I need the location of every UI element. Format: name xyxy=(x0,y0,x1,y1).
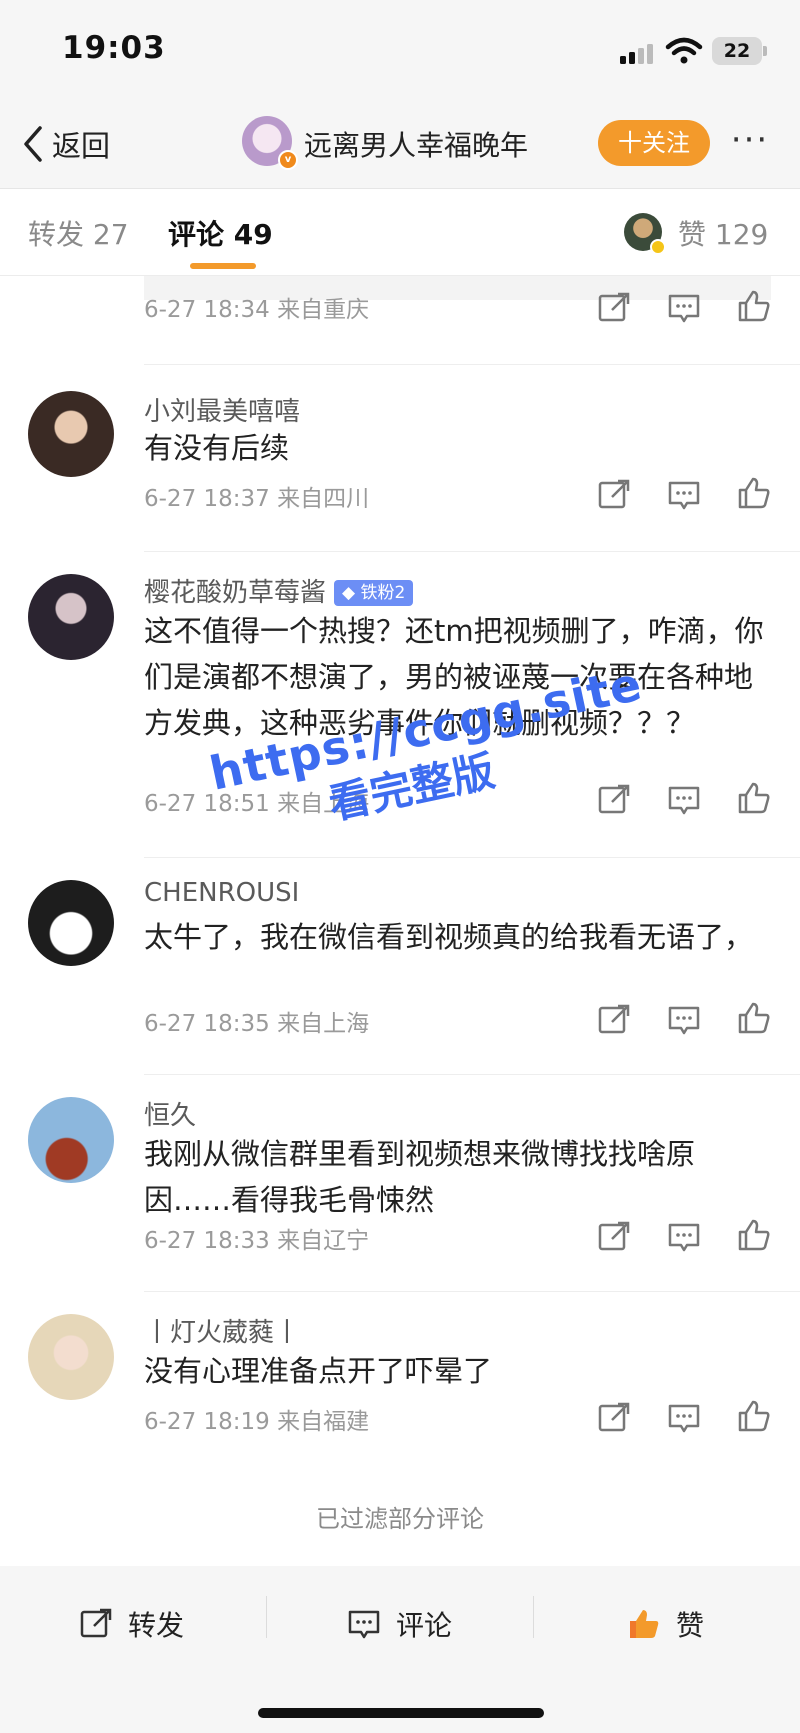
back-button[interactable]: 返回 xyxy=(22,122,110,166)
tab-bar: 转发 27 评论 49 赞 129 xyxy=(0,189,800,276)
comment-username[interactable]: CHENROUSI xyxy=(144,878,299,908)
tab-forward[interactable]: 转发 27 xyxy=(28,213,129,253)
bottom-comment-button[interactable]: 评论 xyxy=(346,1598,452,1650)
tab-active-indicator xyxy=(190,263,256,269)
list-item: 恒久 我刚从微信群里看到视频想来微博找找啥原因……看得我毛骨悚然 6-27 18… xyxy=(0,1075,800,1289)
follow-button[interactable]: 十关注 xyxy=(598,120,710,166)
bottom-like-label: 赞 xyxy=(676,1609,705,1642)
avatar[interactable] xyxy=(28,1097,114,1183)
bottom-forward-label: 转发 xyxy=(128,1609,185,1642)
comment-meta: 6-27 18:35 来自上海 xyxy=(144,1011,370,1037)
like-icon[interactable] xyxy=(736,288,772,324)
list-item: 6-27 18:34 来自重庆 xyxy=(0,276,800,354)
comment-icon xyxy=(348,1610,380,1639)
comment-text: 有没有后续 xyxy=(144,431,290,465)
divider xyxy=(533,1596,534,1638)
comment-text: 太牛了，我在微信看到视频真的给我看无语了， xyxy=(144,920,754,954)
list-item: 樱花酸奶草莓酱 ◆ 铁粉2 这不值得一个热搜？还tm把视频删了，咋滴，你们是演都不… xyxy=(0,552,800,852)
like-icon xyxy=(630,1610,659,1638)
fan-badge: ◆ 铁粉2 xyxy=(334,580,414,606)
fan-badge-label: 铁粉2 xyxy=(360,583,406,603)
comment-icon[interactable] xyxy=(666,1400,702,1436)
bottom-forward-button[interactable]: 转发 xyxy=(78,1598,184,1650)
like-icon[interactable] xyxy=(736,475,772,511)
list-item: 小刘最美嘻嘻 有没有后续 6-27 18:37 来自四川 xyxy=(0,365,800,541)
bottom-comment-label: 评论 xyxy=(396,1609,453,1642)
comment-icon[interactable] xyxy=(666,290,702,326)
comment-icon[interactable] xyxy=(666,477,702,513)
like-icon[interactable] xyxy=(736,1000,772,1036)
avatar[interactable] xyxy=(28,1314,114,1400)
nav-bar: 返回 v 远离男人幸福晚年 十关注 ··· xyxy=(0,100,800,189)
battery-indicator: 22 xyxy=(712,37,762,65)
share-icon[interactable] xyxy=(596,290,632,326)
share-icon[interactable] xyxy=(596,1219,632,1255)
share-icon[interactable] xyxy=(596,1002,632,1038)
comment-username[interactable]: 恒久 xyxy=(144,1095,196,1132)
comment-text: 没有心理准备点开了吓晕了 xyxy=(144,1354,493,1388)
home-indicator xyxy=(258,1708,544,1718)
comment-meta: 6-27 18:51 来自上海 xyxy=(144,791,370,817)
battery-level: 22 xyxy=(723,40,751,62)
share-icon xyxy=(80,1608,112,1638)
filtered-comments-note: 已过滤部分评论 xyxy=(0,1472,800,1566)
chevron-left-icon xyxy=(24,126,42,162)
like-icon[interactable] xyxy=(736,780,772,816)
comment-icon[interactable] xyxy=(666,1002,702,1038)
status-time: 19:03 xyxy=(62,30,166,66)
comment-meta: 6-27 18:19 来自福建 xyxy=(144,1409,370,1435)
liker-badge-icon xyxy=(650,239,666,255)
comment-username[interactable]: 樱花酸奶草莓酱 xyxy=(144,578,326,608)
status-bar: 19:03 22 xyxy=(0,0,800,100)
divider xyxy=(266,1596,267,1638)
avatar[interactable] xyxy=(28,880,114,966)
more-options-button[interactable]: ··· xyxy=(724,120,776,166)
comment-username-row: 樱花酸奶草莓酱 ◆ 铁粉2 xyxy=(144,572,414,609)
share-icon[interactable] xyxy=(596,477,632,513)
battery-tip xyxy=(763,46,767,56)
bottom-like-button[interactable]: 赞 xyxy=(626,1598,704,1650)
comment-icon[interactable] xyxy=(666,1219,702,1255)
back-label: 返回 xyxy=(52,129,111,163)
comment-username[interactable]: 小刘最美嘻嘻 xyxy=(144,391,300,428)
comment-text: 我刚从微信群里看到视频想来微博找找啥原因……看得我毛骨悚然 xyxy=(144,1137,696,1217)
like-icon[interactable] xyxy=(736,1217,772,1253)
share-icon[interactable] xyxy=(596,1400,632,1436)
comment-meta: 6-27 18:33 来自辽宁 xyxy=(144,1228,370,1254)
list-item: 丨灯火葳蕤丨 没有心理准备点开了吓晕了 6-27 18:19 来自福建 xyxy=(0,1292,800,1472)
list-item: CHENROUSI 太牛了，我在微信看到视频真的给我看无语了， 6-27 18:… xyxy=(0,858,800,1072)
avatar[interactable] xyxy=(28,574,114,660)
bottom-action-bar: 转发 评论 赞 xyxy=(0,1566,800,1733)
comment-icon[interactable] xyxy=(666,782,702,818)
wifi-icon xyxy=(665,37,703,64)
like-icon[interactable] xyxy=(736,1398,772,1434)
cellular-signal-icon xyxy=(620,44,653,64)
comment-username[interactable]: 丨灯火葳蕤丨 xyxy=(144,1312,300,1349)
verified-badge-icon: v xyxy=(278,150,298,170)
tab-comment[interactable]: 评论 49 xyxy=(168,213,273,253)
tab-likes[interactable]: 赞 129 xyxy=(678,213,768,253)
share-icon[interactable] xyxy=(596,782,632,818)
comment-meta: 6-27 18:34 来自重庆 xyxy=(144,297,370,323)
account-name[interactable]: 远离男人幸福晚年 xyxy=(304,124,528,164)
avatar[interactable] xyxy=(28,391,114,477)
comment-text: 这不值得一个热搜？还tm把视频删了，咋滴，你们是演都不想演了，男的被诬蔑一次要在… xyxy=(144,614,764,740)
comment-meta: 6-27 18:37 来自四川 xyxy=(144,486,370,512)
